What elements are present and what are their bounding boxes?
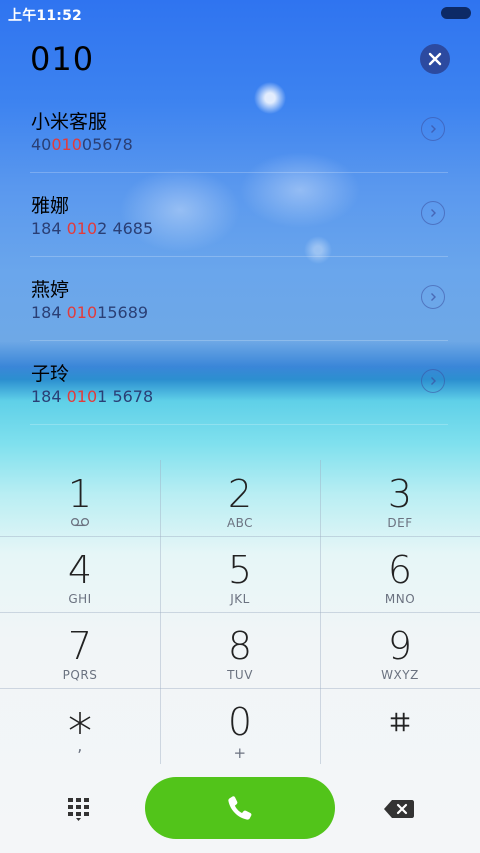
key-digit: 4 [67, 548, 93, 592]
key-letters: ABC [226, 516, 254, 530]
chevron-right-icon [431, 125, 436, 133]
key-digit: 3 [387, 472, 413, 516]
contact-item[interactable]: 雅娜 184 0102 4685 [30, 172, 448, 257]
key-4[interactable]: 4 GHI [0, 536, 160, 612]
call-button[interactable] [145, 777, 335, 839]
contact-item[interactable]: 燕婷 184 01015689 [30, 256, 448, 341]
contact-number: 184 01015689 [31, 303, 148, 322]
contact-detail-button[interactable] [421, 201, 445, 225]
number-prefix: 40 [31, 135, 52, 154]
key-digit: 5 [227, 548, 253, 592]
contact-detail-button[interactable] [421, 285, 445, 309]
battery-icon [441, 7, 471, 19]
status-time: 上午11:52 [8, 8, 82, 24]
key-digit: 7 [67, 624, 93, 668]
clear-icon [428, 52, 442, 66]
key-8[interactable]: 8 TUV [160, 612, 320, 688]
chevron-right-icon [431, 377, 436, 385]
number-prefix: 184 [31, 219, 67, 238]
number-suffix: 15689 [97, 303, 149, 322]
number-match: 010 [66, 303, 98, 322]
key-1[interactable]: 1 [0, 460, 160, 536]
dialed-number: 010 [30, 40, 95, 78]
contact-detail-button[interactable] [421, 117, 445, 141]
contact-name: 雅娜 [31, 195, 70, 217]
key-3[interactable]: 3 DEF [320, 460, 480, 536]
key-letters: DEF [387, 516, 413, 530]
key-digit: 0 [227, 700, 253, 744]
key-7[interactable]: 7 PQRS [0, 612, 160, 688]
chevron-right-icon [431, 209, 436, 217]
key-6[interactable]: 6 MNO [320, 536, 480, 612]
key-0[interactable]: 0 + [160, 688, 320, 764]
asterisk-icon [69, 712, 91, 734]
contact-name: 燕婷 [31, 279, 70, 301]
key-star[interactable]: , [0, 688, 160, 764]
contact-name: 小米客服 [31, 111, 108, 133]
contact-number: 184 0102 4685 [31, 219, 153, 238]
contact-item[interactable]: 小米客服 4001005678 [30, 88, 448, 173]
key-letters: GHI [68, 592, 92, 606]
status-bar: 上午11:52 [0, 0, 480, 28]
number-prefix: 184 [31, 303, 67, 322]
key-letters: + [233, 744, 247, 762]
number-suffix: 05678 [81, 135, 133, 154]
number-match: 010 [66, 387, 98, 406]
key-digit: 6 [387, 548, 413, 592]
key-digit: 2 [227, 472, 253, 516]
key-letters: , [77, 736, 83, 755]
bottom-bar [0, 772, 480, 844]
contact-item[interactable]: 子玲 184 0101 5678 [30, 340, 448, 425]
chevron-right-icon [431, 293, 436, 301]
number-match: 010 [66, 219, 98, 238]
backspace-icon[interactable] [383, 798, 415, 820]
contact-name: 子玲 [31, 363, 70, 385]
key-digit: 8 [227, 624, 253, 668]
number-suffix: 2 4685 [97, 219, 154, 238]
phone-icon [228, 796, 252, 820]
dialpad: 1 2 ABC 3 DEF 4 GHI 5 JKL 6 MNO 7 PQRS 8… [0, 460, 480, 764]
key-hash[interactable] [320, 688, 480, 764]
key-letters: MNO [384, 592, 416, 606]
key-9[interactable]: 9 WXYZ [320, 612, 480, 688]
number-match: 010 [51, 135, 82, 154]
contact-number: 4001005678 [31, 135, 133, 154]
dialer-header: 010 [0, 36, 480, 84]
hash-icon [390, 712, 410, 732]
key-letters: WXYZ [381, 668, 419, 682]
contact-number: 184 0101 5678 [31, 387, 153, 406]
contact-detail-button[interactable] [421, 369, 445, 393]
key-letters: TUV [227, 668, 253, 682]
clear-button[interactable] [420, 44, 450, 74]
number-suffix: 1 5678 [97, 387, 154, 406]
dialpad-icon[interactable] [66, 796, 92, 822]
key-letters: JKL [230, 592, 250, 606]
number-prefix: 184 [31, 387, 67, 406]
key-2[interactable]: 2 ABC [160, 460, 320, 536]
key-letters: PQRS [62, 668, 98, 682]
key-5[interactable]: 5 JKL [160, 536, 320, 612]
voicemail-icon [70, 517, 90, 527]
key-digit: 1 [67, 472, 93, 516]
key-digit: 9 [387, 624, 413, 668]
